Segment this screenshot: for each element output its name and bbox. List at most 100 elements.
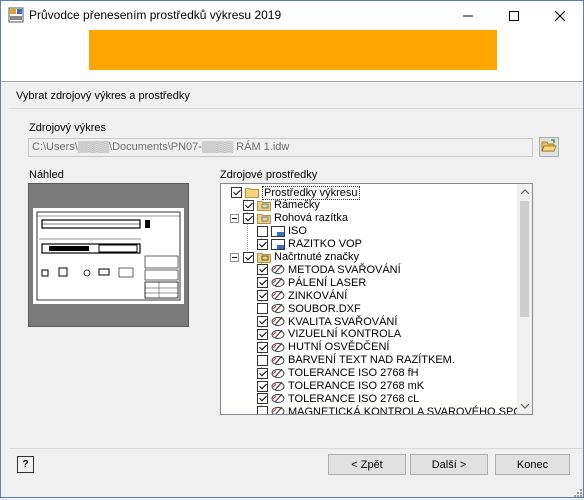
tree-item-checkbox[interactable] bbox=[257, 380, 268, 392]
titleblock-folder-icon bbox=[257, 213, 271, 224]
tree-item-label: PÁLENÍ LASER bbox=[288, 276, 367, 289]
footer-divider bbox=[9, 448, 583, 449]
help-button[interactable]: ? bbox=[17, 456, 34, 473]
tree-item-checkbox[interactable] bbox=[257, 393, 268, 405]
tree-item-checkbox[interactable] bbox=[257, 316, 268, 327]
collapse-icon[interactable] bbox=[230, 252, 239, 262]
preview-label: Náhled bbox=[29, 169, 64, 181]
back-button[interactable]: < Zpět bbox=[328, 454, 406, 475]
tree-item-label: RAZITKO VOP bbox=[288, 238, 362, 251]
collapse-icon[interactable] bbox=[230, 213, 239, 223]
scroll-thumb[interactable] bbox=[520, 201, 529, 317]
maximize-button[interactable] bbox=[491, 1, 537, 30]
titleblock-icon bbox=[271, 238, 285, 250]
drawing-preview bbox=[28, 183, 189, 327]
sketched-symbol-icon bbox=[271, 264, 285, 275]
sketched-symbol-icon bbox=[271, 368, 285, 379]
tree-item[interactable]: Rámečky bbox=[243, 199, 320, 212]
tree-item-label: HUTNÍ OSVĚDČENÍ bbox=[288, 341, 390, 354]
tree-item-checkbox[interactable] bbox=[257, 341, 268, 353]
resize-grip-icon[interactable] bbox=[572, 487, 582, 497]
tree-item[interactable]: TOLERANCE ISO 2768 cL bbox=[257, 392, 419, 405]
resources-tree-rows: Prostředky výkresu Rámečky Rohová razítka I… bbox=[221, 184, 532, 414]
sketched-symbol-icon bbox=[271, 381, 285, 392]
tree-item[interactable]: VIZUELNÍ KONTROLA bbox=[257, 328, 401, 341]
tree-item-label: TOLERANCE ISO 2768 fH bbox=[288, 367, 419, 380]
tree-item[interactable]: ZINKOVÁNÍ bbox=[257, 289, 347, 302]
sketched-symbol-icon bbox=[271, 393, 285, 404]
tree-item[interactable]: TOLERANCE ISO 2768 fH bbox=[257, 367, 419, 380]
sketched-symbol-icon bbox=[271, 406, 285, 414]
tree-item-checkbox[interactable] bbox=[257, 264, 268, 276]
next-button[interactable]: Další > bbox=[410, 454, 488, 475]
tree-item-checkbox[interactable] bbox=[243, 199, 254, 211]
sketched-symbol-icon bbox=[271, 355, 285, 366]
tree-item-label: ZINKOVÁNÍ bbox=[288, 289, 348, 302]
tree-item[interactable]: Rohová razítka bbox=[243, 212, 348, 225]
tree-item-label: SOUBOR.DXF bbox=[288, 302, 361, 315]
tree-item-checkbox[interactable] bbox=[243, 251, 254, 263]
tree-item-label: KVALITA SVAŘOVÁNÍ bbox=[288, 315, 398, 328]
resources-label: Zdrojové prostředky bbox=[220, 169, 318, 181]
tree-item-checkbox[interactable] bbox=[257, 277, 268, 289]
browse-button[interactable] bbox=[539, 137, 559, 157]
tree-item[interactable]: ISO bbox=[257, 225, 307, 238]
tree-item-checkbox[interactable] bbox=[257, 328, 268, 340]
tree-item[interactable]: MAGNETICKÁ KONTROLA SVAROVÉHO SPOJE bbox=[257, 405, 533, 415]
tree-item[interactable]: Prostředky výkresu bbox=[231, 185, 360, 200]
step-title: Vybrat zdrojový výkres a prostředky bbox=[16, 90, 190, 102]
tree-item-checkbox[interactable] bbox=[257, 367, 268, 379]
wizard-window: Průvodce přenesením prostředků výkresu 2… bbox=[0, 0, 584, 498]
tree-item[interactable]: Načrtnuté značky bbox=[243, 251, 359, 264]
tree-item[interactable]: BARVENÍ TEXT NAD RAZÍTKEM. bbox=[257, 354, 455, 367]
tree-item-checkbox[interactable] bbox=[257, 406, 268, 414]
tree-item[interactable]: PÁLENÍ LASER bbox=[257, 276, 366, 289]
tree-item-checkbox[interactable] bbox=[257, 354, 268, 366]
tree-scrollbar[interactable] bbox=[517, 184, 532, 414]
title-bar[interactable]: Průvodce přenesením prostředků výkresu 2… bbox=[1, 1, 583, 30]
finish-button[interactable]: Konec bbox=[495, 454, 570, 475]
tree-item[interactable]: KVALITA SVAŘOVÁNÍ bbox=[257, 315, 397, 328]
tree-item-checkbox[interactable] bbox=[243, 212, 254, 224]
sketched-symbol-icon bbox=[271, 329, 285, 340]
sketched-symbol-icon bbox=[271, 342, 285, 353]
source-drawing-label: Zdrojový výkres bbox=[29, 122, 107, 134]
minimize-button[interactable] bbox=[445, 1, 491, 30]
tree-item-checkbox[interactable] bbox=[257, 303, 268, 315]
scroll-up-icon[interactable] bbox=[517, 184, 532, 199]
tree-item-label: Rámečky bbox=[274, 199, 320, 212]
tree-item-label: MAGNETICKÁ KONTROLA SVAROVÉHO SPOJE bbox=[288, 405, 533, 415]
tree-item-checkbox[interactable] bbox=[231, 187, 242, 198]
open-folder-icon bbox=[541, 138, 557, 156]
close-button[interactable] bbox=[537, 1, 583, 30]
tree-item[interactable]: TOLERANCE ISO 2768 mK bbox=[257, 380, 424, 393]
sketched-symbol-icon bbox=[271, 277, 285, 288]
banner-image bbox=[89, 30, 497, 70]
sketched-symbol-icon bbox=[271, 316, 285, 327]
tree-item-label: ISO bbox=[288, 225, 307, 238]
resources-tree[interactable]: Prostředky výkresu Rámečky Rohová razítka I… bbox=[220, 183, 533, 415]
tree-item-label: Prostředky výkresu bbox=[262, 185, 360, 200]
symbol-folder-icon bbox=[257, 252, 271, 263]
tree-item-label: BARVENÍ TEXT NAD RAZÍTKEM. bbox=[288, 354, 455, 367]
tree-item-label: VIZUELNÍ KONTROLA bbox=[288, 328, 402, 341]
header-area bbox=[1, 30, 583, 81]
tree-item-checkbox[interactable] bbox=[257, 290, 268, 302]
sketched-symbol-icon bbox=[271, 290, 285, 301]
folder-icon bbox=[245, 187, 259, 198]
sketched-symbol-icon bbox=[271, 303, 285, 314]
tree-item[interactable]: HUTNÍ OSVĚDČENÍ bbox=[257, 341, 389, 354]
source-path-field[interactable]: C:\Users\▒▒▒▒\Documents\PN07-▒▒▒▒ RÁM 1.… bbox=[28, 138, 533, 157]
tree-item[interactable]: SOUBOR.DXF bbox=[257, 302, 361, 315]
step-divider bbox=[9, 108, 583, 109]
tree-item-label: TOLERANCE ISO 2768 mK bbox=[288, 380, 425, 392]
scroll-down-icon[interactable] bbox=[517, 399, 532, 414]
window-title: Průvodce přenesením prostředků výkresu 2… bbox=[29, 8, 282, 22]
tree-item[interactable]: RAZITKO VOP bbox=[257, 238, 362, 251]
tree-item-label: Rohová razítka bbox=[274, 212, 348, 225]
tree-item-checkbox[interactable] bbox=[257, 238, 268, 250]
titleblock-icon bbox=[271, 225, 285, 237]
tree-item-label: METODA SVAŘOVÁNÍ bbox=[288, 263, 401, 276]
tree-item-checkbox[interactable] bbox=[257, 225, 268, 237]
tree-item[interactable]: METODA SVAŘOVÁNÍ bbox=[257, 263, 401, 276]
